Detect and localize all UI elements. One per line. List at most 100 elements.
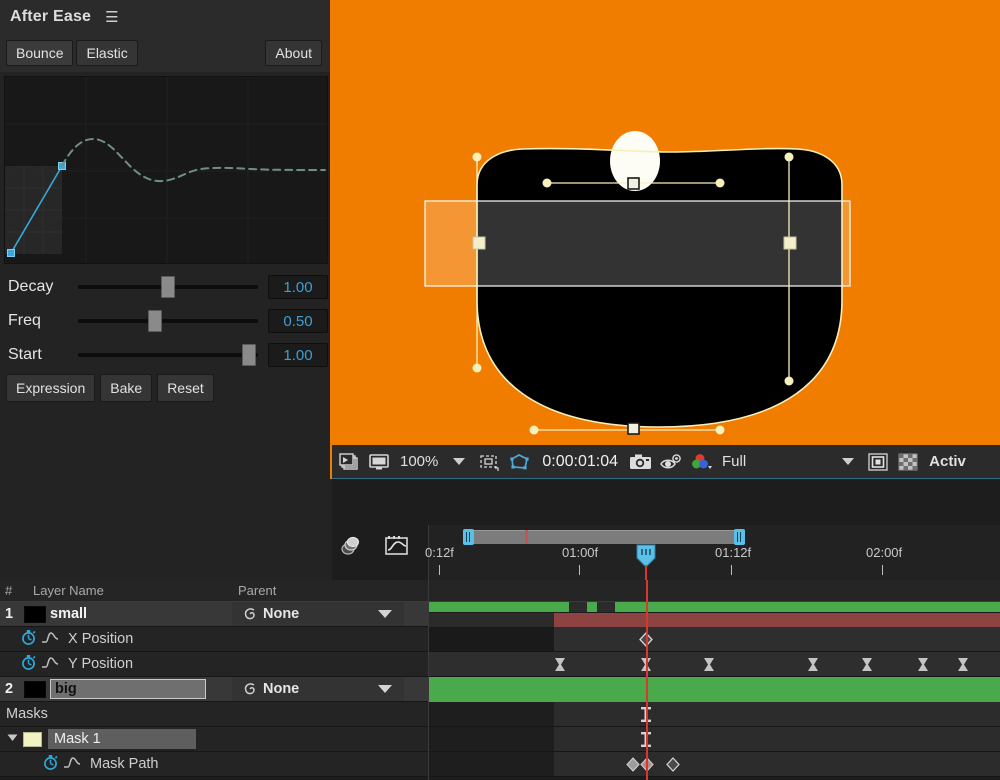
slider-row-decay: Decay 1.00: [0, 270, 332, 304]
expression-button[interactable]: Expression: [6, 374, 96, 402]
transparency-grid-icon[interactable]: [893, 447, 923, 477]
keyframe-y-position-7[interactable]: [956, 657, 970, 672]
work-area-range[interactable]: [463, 530, 745, 544]
current-timecode[interactable]: 0:00:01:04: [534, 453, 626, 471]
resolution-dropdown-caret[interactable]: [842, 458, 855, 465]
reset-button[interactable]: Reset: [157, 374, 214, 402]
work-area-bar[interactable]: [429, 529, 1000, 545]
parent-dropdown-caret-2[interactable]: [378, 685, 392, 693]
keyframe-x-position-1[interactable]: [639, 632, 653, 647]
graph-icon-x-position[interactable]: [41, 630, 60, 649]
comp-marker-1: [569, 602, 587, 612]
track-row-x-position[interactable]: [429, 627, 1000, 652]
layer-color-swatch-1[interactable]: [24, 605, 46, 623]
keyframe-y-position-2[interactable]: [639, 657, 653, 672]
stopwatch-icon-mask-path[interactable]: [42, 754, 59, 775]
layer-color-swatch-2[interactable]: [24, 680, 46, 698]
camera-snapshot-icon[interactable]: [626, 447, 656, 477]
work-area-end-handle[interactable]: [734, 529, 745, 545]
parent-value-1[interactable]: None: [263, 606, 299, 622]
slider-value-start[interactable]: 1.00: [268, 343, 328, 367]
timeline-ruler[interactable]: 0:12f 01:00f 01:12f 02:00f: [425, 525, 1000, 580]
slider-knob-start[interactable]: [241, 344, 256, 366]
mask-toggle-icon[interactable]: [504, 447, 534, 477]
masked-shape: [477, 148, 842, 427]
keyframe-mask-path-1[interactable]: [626, 757, 640, 772]
show-snapshot-icon[interactable]: [656, 447, 686, 477]
graph-editor-icon[interactable]: [382, 531, 412, 561]
slider-track-start[interactable]: [78, 344, 258, 366]
mask-color-swatch[interactable]: [23, 731, 42, 747]
parent-value-2[interactable]: None: [263, 681, 299, 697]
slider-track-decay[interactable]: [78, 276, 258, 298]
region-of-interest-icon[interactable]: [474, 447, 504, 477]
zoom-level[interactable]: 100%: [394, 453, 444, 470]
graph-icon-mask-path[interactable]: [63, 755, 82, 774]
layer-row-small[interactable]: 1 small None: [0, 602, 428, 627]
motion-blur-icon[interactable]: [336, 531, 366, 561]
slider-value-freq[interactable]: 0.50: [268, 309, 328, 333]
view-selector-label[interactable]: Activ: [923, 453, 972, 470]
bake-button[interactable]: Bake: [100, 374, 153, 402]
region-square-icon[interactable]: [863, 447, 893, 477]
mask-name-label[interactable]: Mask 1: [48, 729, 196, 749]
slider-value-decay[interactable]: 1.00: [268, 275, 328, 299]
work-area-start-handle[interactable]: [463, 529, 474, 545]
track-row-mask-path[interactable]: [429, 752, 1000, 777]
property-row-mask-path[interactable]: Mask Path: [0, 752, 428, 777]
keyframe-y-position-6[interactable]: [916, 657, 930, 672]
track-row-masks: [429, 702, 1000, 727]
track-row-y-position[interactable]: [429, 652, 1000, 677]
layer-row-big[interactable]: 2 big None: [0, 677, 428, 702]
viewer-toolbar: 100% 0:00:01:04 Full Activ: [332, 443, 1000, 479]
parent-pickwhip-icon-2[interactable]: [240, 681, 260, 698]
property-label-x-position: X Position: [68, 631, 134, 647]
resolution-label[interactable]: Full: [716, 453, 752, 470]
track-row-big[interactable]: [429, 677, 1000, 702]
property-row-y-position[interactable]: Y Position: [0, 652, 428, 677]
masks-group-label: Masks: [6, 706, 48, 722]
slider-track-freq[interactable]: [78, 310, 258, 332]
tab-bounce[interactable]: Bounce: [6, 40, 74, 66]
column-parent: Parent: [238, 583, 277, 598]
stopwatch-icon-y-position[interactable]: [20, 654, 37, 675]
keyframe-y-position-4[interactable]: [806, 657, 820, 672]
masks-preroll: [429, 702, 554, 726]
slider-label-freq: Freq: [8, 312, 41, 329]
x-position-preroll: [429, 627, 554, 651]
layer-number-2: 2: [5, 681, 14, 697]
layer-bar-small[interactable]: [429, 602, 1000, 612]
track-row-small[interactable]: [429, 602, 1000, 627]
keyframe-mask-path-2[interactable]: [640, 757, 654, 772]
layer-name-input-big[interactable]: big: [50, 679, 206, 699]
property-row-x-position[interactable]: X Position: [0, 627, 428, 652]
graph-icon-y-position[interactable]: [41, 655, 60, 674]
slider-knob-decay[interactable]: [160, 276, 175, 298]
mask-expand-triangle-icon[interactable]: [0, 731, 19, 748]
ruler-label-3: 02:00f: [866, 545, 903, 560]
composition-viewer[interactable]: [332, 0, 1000, 443]
snapshot-layers-icon[interactable]: [334, 447, 364, 477]
keyframe-y-position-1[interactable]: [553, 657, 567, 672]
stopwatch-icon-x-position[interactable]: [20, 629, 37, 650]
layer-name-small[interactable]: small: [50, 606, 87, 622]
zoom-dropdown-caret[interactable]: [453, 458, 466, 465]
keyframe-y-position-3[interactable]: [702, 657, 716, 672]
slider-row-start: Start 1.00: [0, 338, 332, 372]
keyframe-mask-path-3[interactable]: [666, 757, 680, 772]
ease-curve-graph[interactable]: [4, 76, 328, 264]
slider-knob-freq[interactable]: [148, 310, 163, 332]
hamburger-menu-icon[interactable]: ☰: [105, 10, 118, 25]
parent-dropdown-caret-1[interactable]: [378, 610, 392, 618]
tab-elastic[interactable]: Elastic: [76, 40, 138, 66]
mask-row-mask-1[interactable]: Mask 1: [0, 727, 428, 752]
about-button[interactable]: About: [265, 40, 322, 66]
monitor-icon[interactable]: [364, 447, 394, 477]
layer-bar-big[interactable]: [429, 677, 1000, 702]
rgb-channels-icon[interactable]: [686, 447, 716, 477]
parent-pickwhip-icon-1[interactable]: [240, 606, 260, 623]
layer-bar-small-inpoint[interactable]: [429, 613, 554, 627]
keyframe-y-position-5[interactable]: [860, 657, 874, 672]
timeline-tracks[interactable]: [428, 580, 1000, 780]
masks-group-row[interactable]: Masks: [0, 702, 428, 727]
